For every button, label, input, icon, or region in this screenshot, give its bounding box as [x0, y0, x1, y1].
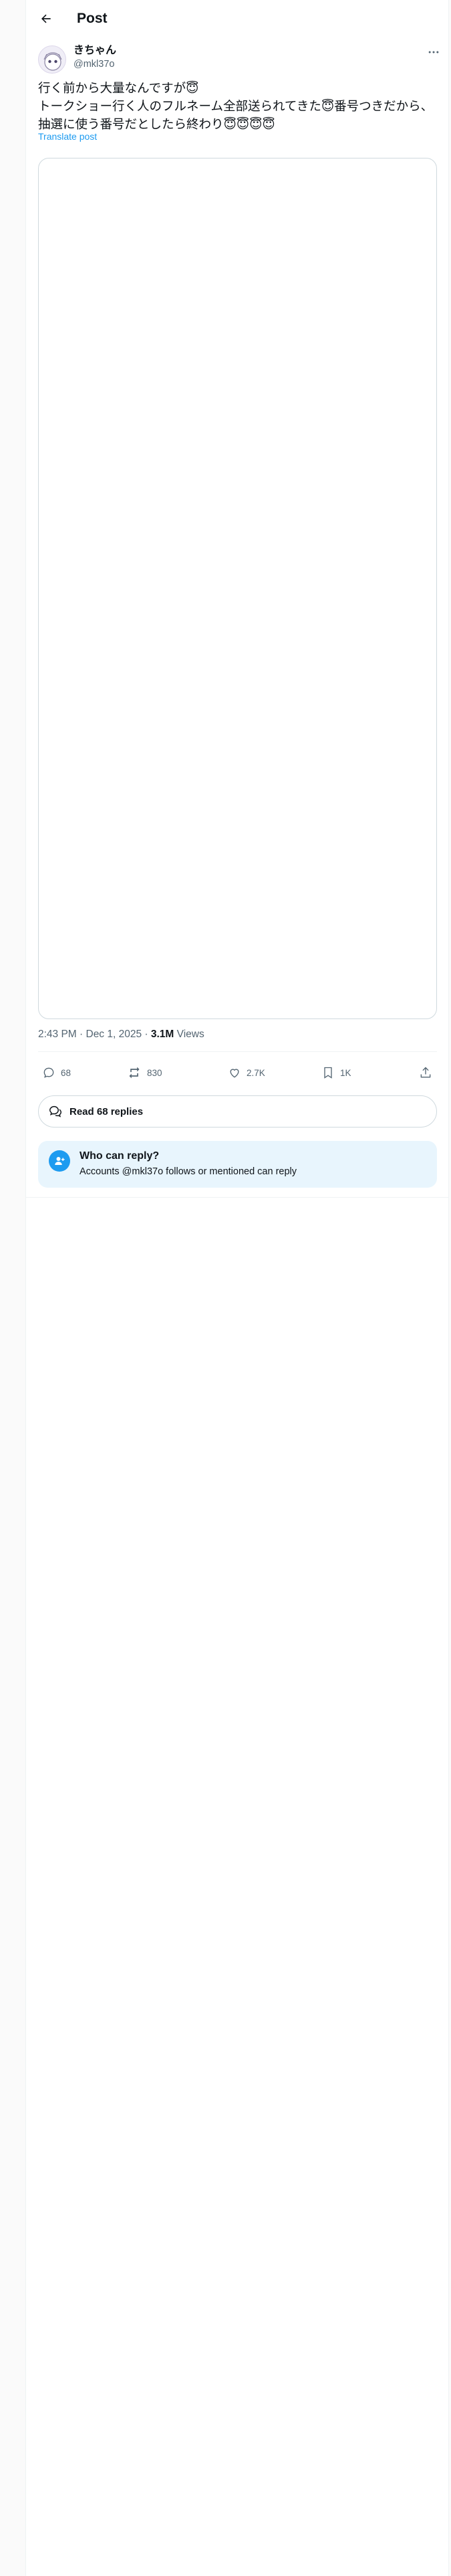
reply-count: 68 [61, 1067, 71, 1078]
who-can-reply-subtitle: Accounts @mkl37o follows or mentioned ca… [80, 1166, 297, 1177]
who-can-reply-title: Who can reply? [80, 1150, 160, 1162]
translate-post-link[interactable]: Translate post [38, 130, 97, 143]
speech-bubble-icon [43, 1067, 54, 1078]
arrow-left-icon [41, 14, 51, 23]
avatar-illustration [43, 52, 62, 71]
chat-bubbles-icon [49, 1105, 61, 1117]
views-label: Views [174, 1029, 204, 1040]
repost-button[interactable]: 830 [127, 1058, 162, 1087]
post-detail-column: Post きちゃん @mkl37o 行く前から大量なんですが😇 トークショー行く… [25, 0, 449, 2576]
like-button[interactable]: 2.7K [228, 1058, 265, 1087]
reply-button[interactable]: 68 [42, 1058, 71, 1087]
bookmark-button[interactable]: 1K [321, 1058, 351, 1087]
post-text: 行く前から大量なんですが😇 トークショー行く人のフルネーム全部送られてきた😇番号… [38, 81, 434, 131]
post-media[interactable] [38, 158, 437, 1019]
more-options-button[interactable] [422, 43, 446, 62]
repost-icon [129, 1067, 140, 1079]
read-replies-label: Read 68 replies [69, 1105, 144, 1117]
page-title: Post [77, 11, 108, 26]
share-button[interactable] [419, 1058, 432, 1087]
back-button[interactable] [34, 7, 58, 31]
author-handle[interactable]: @mkl37o [73, 58, 114, 71]
read-replies-button[interactable]: Read 68 replies [38, 1095, 437, 1128]
author-name[interactable]: きちゃん [73, 44, 116, 58]
views-count: 3.1M [150, 1029, 174, 1040]
repost-count: 830 [147, 1067, 162, 1078]
bookmark-icon [324, 1067, 332, 1079]
more-horizontal-icon [428, 51, 439, 53]
avatar[interactable] [38, 45, 66, 74]
section-divider [26, 1197, 448, 1198]
share-icon [420, 1067, 431, 1078]
who-can-reply-notice: Who can reply? Accounts @mkl37o follows … [38, 1141, 437, 1188]
post-actions: 68 830 2.7K 1K [30, 1058, 445, 1087]
bookmark-count: 1K [340, 1067, 351, 1078]
timestamp-text[interactable]: 2:43 PM · Dec 1, 2025 · [38, 1029, 151, 1040]
divider [38, 1051, 437, 1052]
top-bar: Post [26, 0, 448, 37]
person-add-icon [55, 1157, 65, 1165]
post-timestamp: 2:43 PM · Dec 1, 2025 · 3.1M Views [38, 1027, 204, 1042]
who-can-reply-badge [49, 1150, 70, 1172]
like-count: 2.7K [247, 1067, 265, 1078]
heart-icon [230, 1069, 239, 1078]
